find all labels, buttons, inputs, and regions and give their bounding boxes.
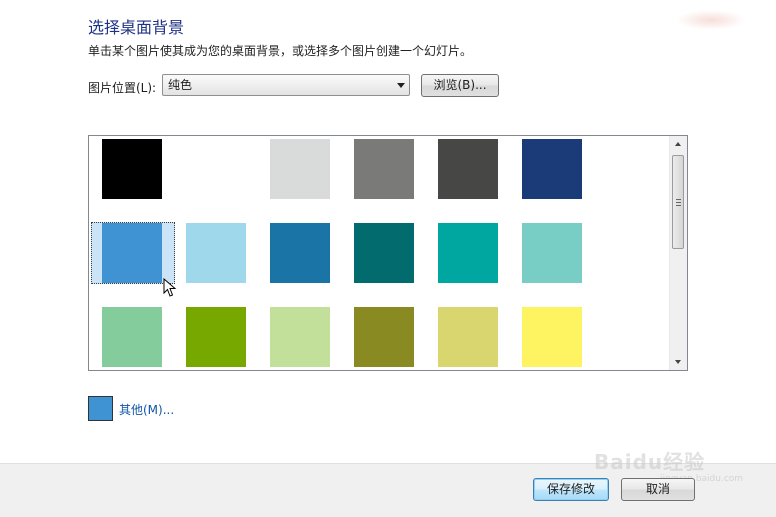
color-swatch[interactable] [102, 307, 162, 367]
color-swatch[interactable] [354, 139, 414, 199]
color-swatch[interactable] [438, 307, 498, 367]
page-subtitle: 单击某个图片使其成为您的桌面背景，或选择多个图片创建一个幻灯片。 [88, 44, 473, 58]
cancel-button[interactable]: 取消 [621, 478, 695, 501]
color-swatch[interactable] [102, 139, 162, 199]
scroll-down-arrow-icon[interactable] [670, 353, 687, 370]
vertical-scrollbar[interactable] [669, 136, 687, 370]
other-color-link[interactable]: 其他(M)... [119, 401, 174, 418]
mouse-pointer-icon [163, 278, 177, 297]
color-swatch[interactable] [522, 307, 582, 367]
blurred-region [676, 10, 746, 30]
color-swatch[interactable] [522, 223, 582, 283]
color-swatch[interactable] [186, 139, 246, 199]
color-grid [102, 139, 582, 367]
color-swatch[interactable] [102, 223, 162, 283]
color-swatch[interactable] [270, 223, 330, 283]
color-swatch[interactable] [270, 139, 330, 199]
scroll-up-arrow-icon[interactable] [670, 136, 687, 153]
color-swatch[interactable] [438, 223, 498, 283]
chevron-down-icon [397, 83, 405, 88]
color-swatch[interactable] [354, 307, 414, 367]
watermark-logo: Baidu经验 [594, 450, 706, 474]
color-gallery [88, 135, 688, 371]
picture-position-value: 纯色 [168, 78, 193, 92]
page-title: 选择桌面背景 [88, 18, 185, 37]
color-swatch[interactable] [186, 223, 246, 283]
picture-position-label: 图片位置(L): [88, 81, 157, 95]
scroll-thumb[interactable] [672, 155, 684, 249]
save-changes-button[interactable]: 保存修改 [533, 478, 609, 501]
color-swatch[interactable] [270, 307, 330, 367]
browse-button[interactable]: 浏览(B)... [421, 74, 499, 97]
color-swatch[interactable] [522, 139, 582, 199]
picture-position-select[interactable]: 纯色 [162, 74, 410, 96]
other-color-swatch[interactable] [88, 396, 113, 421]
color-swatch[interactable] [186, 307, 246, 367]
color-swatch[interactable] [438, 139, 498, 199]
color-swatch[interactable] [354, 223, 414, 283]
grip-icon [676, 199, 681, 206]
